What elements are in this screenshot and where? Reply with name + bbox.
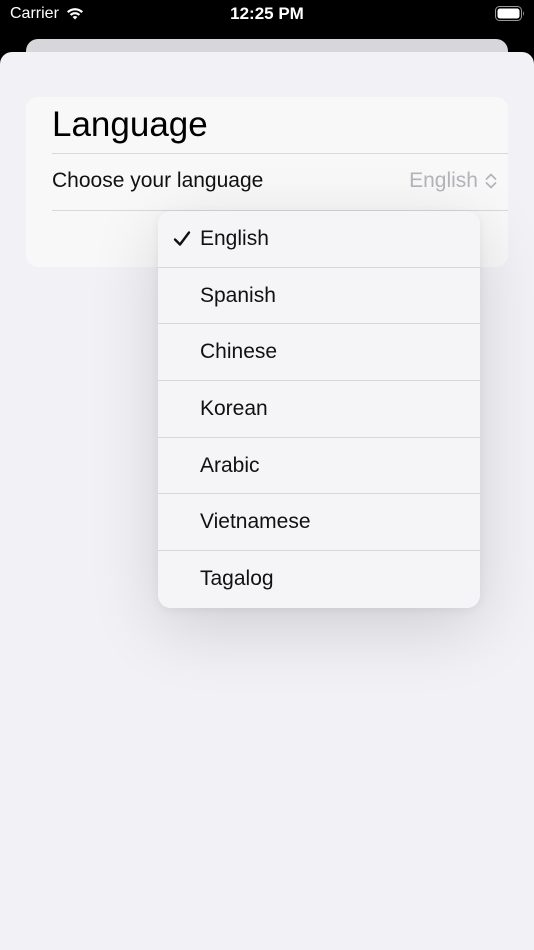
menu-item-vietnamese[interactable]: Vietnamese: [158, 494, 480, 552]
language-row-label: Choose your language: [52, 169, 264, 192]
language-picker[interactable]: English: [366, 163, 498, 199]
menu-item-label: English: [200, 227, 269, 250]
menu-item-label: Tagalog: [200, 567, 274, 591]
checkmark-icon: [173, 231, 191, 246]
language-menu: English Spanish Chinese Korean Arabic Vi…: [158, 211, 480, 608]
menu-item-label: Arabic: [200, 453, 260, 477]
menu-item-english[interactable]: English: [158, 211, 480, 268]
menu-item-label: Spanish: [200, 283, 276, 307]
chevron-up-down-icon: [485, 173, 497, 189]
menu-item-arabic[interactable]: Arabic: [158, 438, 480, 495]
menu-item-label: Vietnamese: [200, 510, 311, 534]
status-time: 12:25 PM: [230, 4, 304, 23]
menu-item-label: Chinese: [200, 340, 278, 364]
page-title: Language: [52, 105, 208, 144]
picker-value: English: [409, 169, 478, 192]
menu-item-spanish[interactable]: Spanish: [158, 268, 480, 325]
menu-item-chinese[interactable]: Chinese: [158, 324, 480, 382]
status-bar: Carrier 12:25 PM: [0, 0, 534, 40]
menu-item-korean[interactable]: Korean: [158, 381, 480, 438]
divider: [52, 153, 508, 154]
battery-icon: [495, 6, 524, 21]
menu-item-tagalog[interactable]: Tagalog: [158, 551, 480, 608]
menu-item-label: Korean: [200, 397, 268, 421]
